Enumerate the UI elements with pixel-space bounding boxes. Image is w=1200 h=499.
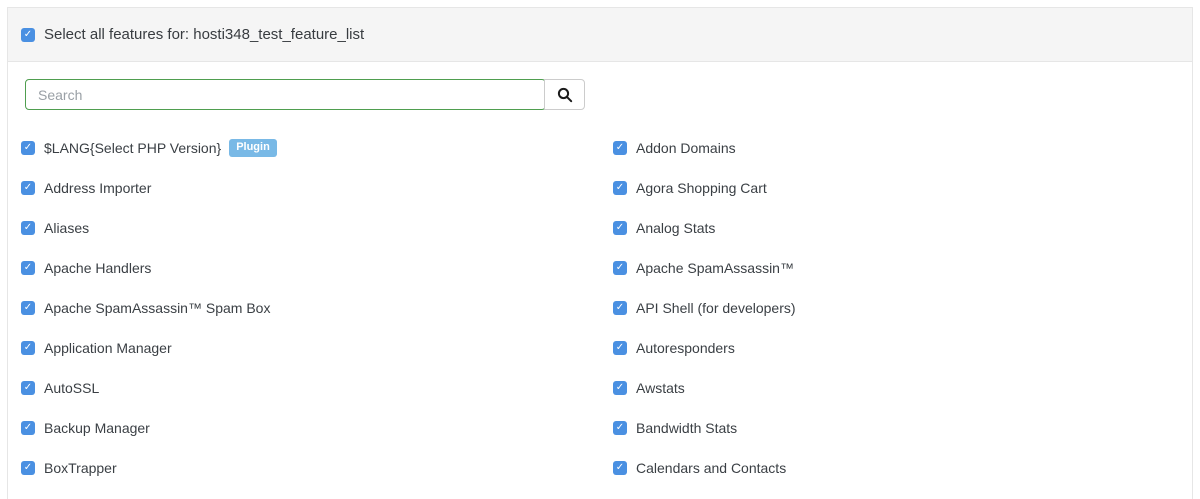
feature-label: Addon Domains (636, 140, 736, 156)
checkbox-checked[interactable]: ✓ (613, 181, 627, 195)
select-all-header: ✓ Select all features for: hosti348_test… (8, 8, 1192, 62)
checkbox-checked[interactable]: ✓ (613, 421, 627, 435)
checkbox-checked[interactable]: ✓ (613, 381, 627, 395)
search-bar (25, 79, 1192, 110)
feature-label: API Shell (for developers) (636, 300, 796, 316)
search-input[interactable] (25, 79, 546, 110)
checkbox-checked[interactable]: ✓ (21, 261, 35, 275)
select-all-checkbox-checked[interactable]: ✓ (21, 28, 35, 42)
select-all-label[interactable]: Select all features for: hosti348_test_f… (44, 26, 364, 43)
feature-column-left: ✓ $LANG{Select PHP Version} Plugin ✓ Add… (8, 128, 600, 488)
feature-item[interactable]: ✓ Address Importer (8, 168, 600, 208)
feature-item[interactable]: ✓ Apache Handlers (8, 248, 600, 288)
search-button[interactable] (544, 79, 585, 110)
feature-item[interactable]: ✓ Application Manager (8, 328, 600, 368)
checkbox-checked[interactable]: ✓ (21, 301, 35, 315)
feature-columns: ✓ $LANG{Select PHP Version} Plugin ✓ Add… (8, 128, 1192, 488)
feature-item[interactable]: ✓ Awstats (600, 368, 1192, 408)
checkbox-checked[interactable]: ✓ (21, 341, 35, 355)
feature-label: Awstats (636, 380, 685, 396)
checkbox-checked[interactable]: ✓ (21, 221, 35, 235)
checkbox-checked[interactable]: ✓ (21, 141, 35, 155)
feature-label: BoxTrapper (44, 460, 117, 476)
feature-list-body: ✓ $LANG{Select PHP Version} Plugin ✓ Add… (8, 79, 1192, 488)
feature-item[interactable]: ✓ Agora Shopping Cart (600, 168, 1192, 208)
checkbox-checked[interactable]: ✓ (613, 221, 627, 235)
checkbox-checked[interactable]: ✓ (613, 301, 627, 315)
feature-item[interactable]: ✓ Aliases (8, 208, 600, 248)
feature-item[interactable]: ✓ Apache SpamAssassin™ (600, 248, 1192, 288)
feature-item[interactable]: ✓ API Shell (for developers) (600, 288, 1192, 328)
feature-label: Agora Shopping Cart (636, 180, 767, 196)
feature-label: Autoresponders (636, 340, 735, 356)
feature-label: Backup Manager (44, 420, 150, 436)
feature-label: Bandwidth Stats (636, 420, 737, 436)
plugin-badge: Plugin (229, 139, 277, 157)
feature-item[interactable]: ✓ Apache SpamAssassin™ Spam Box (8, 288, 600, 328)
feature-column-right: ✓ Addon Domains ✓ Agora Shopping Cart ✓ … (600, 128, 1192, 488)
feature-list-panel: ✓ Select all features for: hosti348_test… (7, 7, 1193, 499)
checkbox-checked[interactable]: ✓ (21, 381, 35, 395)
feature-item[interactable]: ✓ Analog Stats (600, 208, 1192, 248)
feature-item[interactable]: ✓ Calendars and Contacts (600, 448, 1192, 488)
feature-label: Apache SpamAssassin™ (636, 260, 794, 276)
feature-item[interactable]: ✓ $LANG{Select PHP Version} Plugin (8, 128, 600, 168)
feature-item[interactable]: ✓ Addon Domains (600, 128, 1192, 168)
feature-label: Apache SpamAssassin™ Spam Box (44, 300, 270, 316)
checkbox-checked[interactable]: ✓ (613, 141, 627, 155)
feature-item[interactable]: ✓ BoxTrapper (8, 448, 600, 488)
feature-item[interactable]: ✓ Autoresponders (600, 328, 1192, 368)
feature-item[interactable]: ✓ Backup Manager (8, 408, 600, 448)
feature-item[interactable]: ✓ AutoSSL (8, 368, 600, 408)
feature-label: Analog Stats (636, 220, 715, 236)
checkbox-checked[interactable]: ✓ (613, 341, 627, 355)
search-icon (557, 87, 573, 103)
feature-label: Apache Handlers (44, 260, 151, 276)
feature-label: Aliases (44, 220, 89, 236)
checkbox-checked[interactable]: ✓ (613, 261, 627, 275)
checkbox-checked[interactable]: ✓ (21, 461, 35, 475)
feature-item[interactable]: ✓ Bandwidth Stats (600, 408, 1192, 448)
feature-label: Calendars and Contacts (636, 460, 786, 476)
feature-label: $LANG{Select PHP Version} (44, 140, 221, 156)
feature-label: AutoSSL (44, 380, 99, 396)
checkbox-checked[interactable]: ✓ (613, 461, 627, 475)
checkbox-checked[interactable]: ✓ (21, 421, 35, 435)
checkbox-checked[interactable]: ✓ (21, 181, 35, 195)
feature-label: Address Importer (44, 180, 151, 196)
feature-label: Application Manager (44, 340, 172, 356)
